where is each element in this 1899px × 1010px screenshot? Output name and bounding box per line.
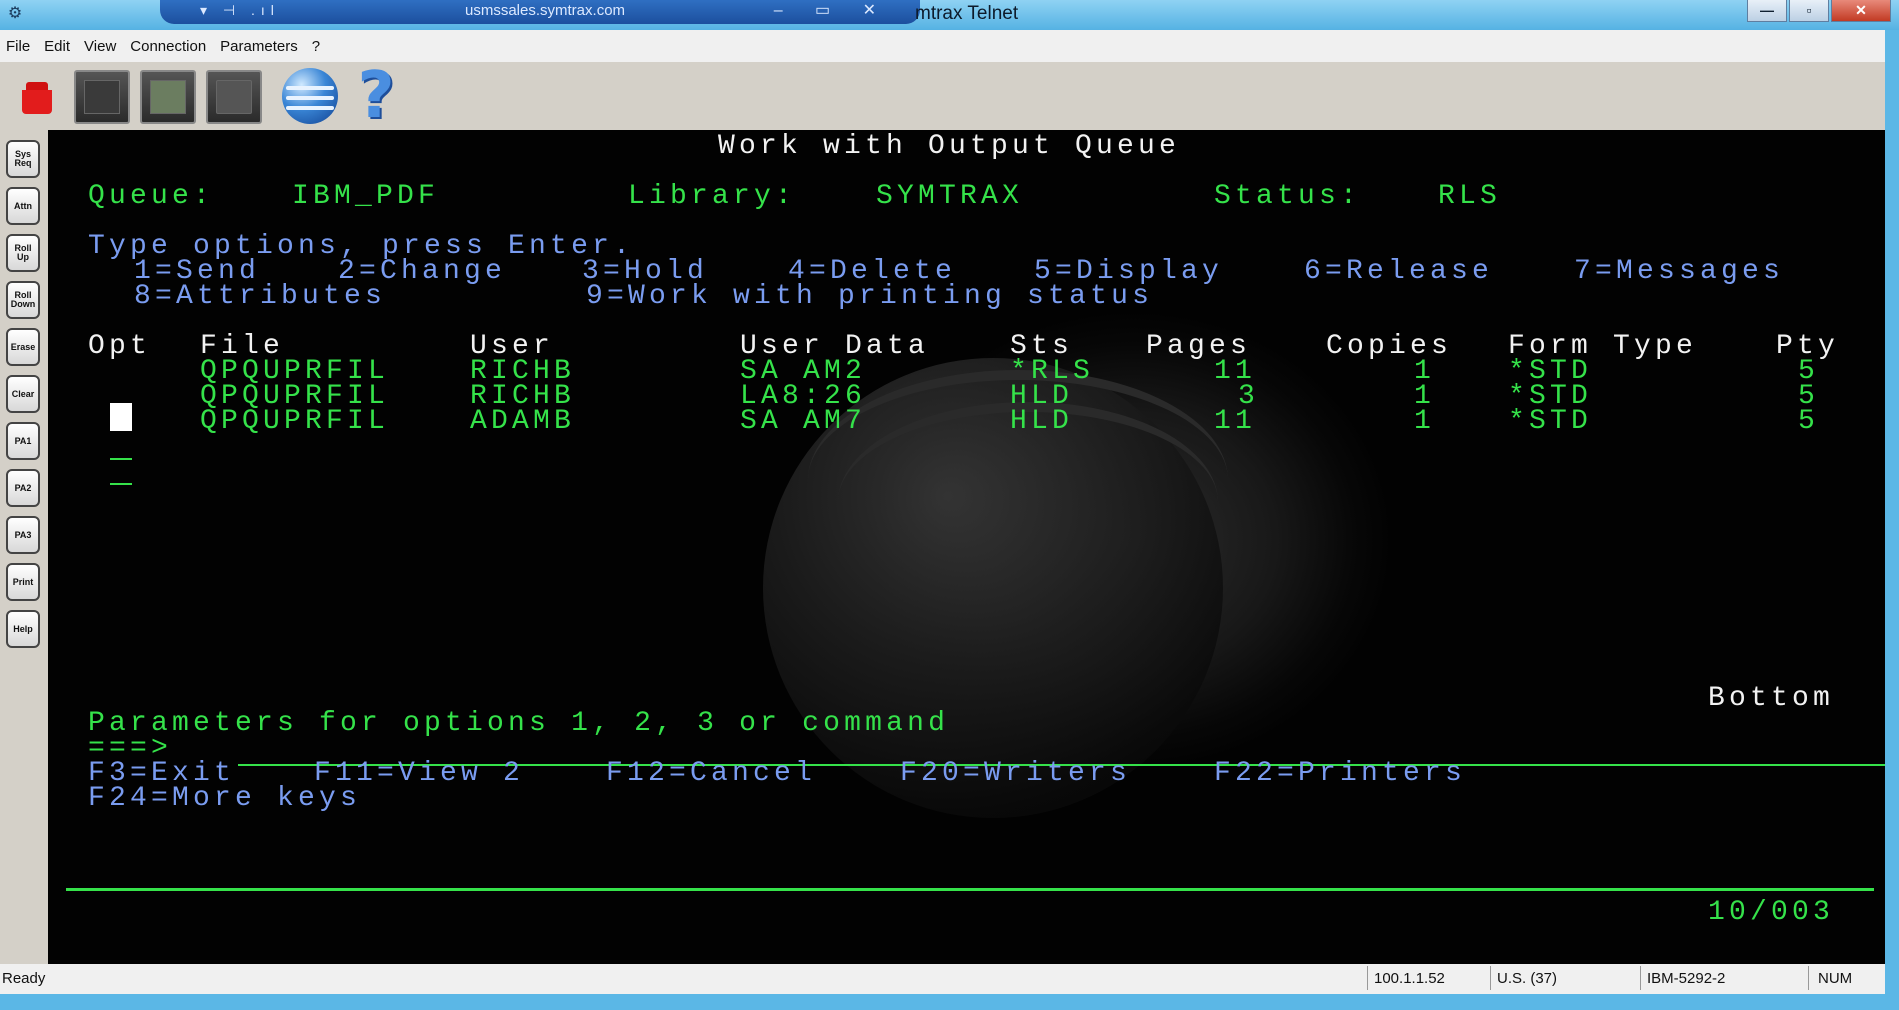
col-opt: Opt bbox=[88, 331, 152, 362]
key-rollup[interactable]: Roll Up bbox=[6, 234, 40, 272]
rdp-window-controls[interactable]: – ▭ ✕ bbox=[774, 0, 890, 20]
status-ready: Ready bbox=[2, 970, 46, 987]
menu-connection[interactable]: Connection bbox=[130, 38, 206, 55]
row-form-type: *STD bbox=[1508, 406, 1593, 437]
status-ip: 100.1.1.52 bbox=[1374, 970, 1445, 987]
status-separator bbox=[66, 888, 1874, 891]
terminal-screen[interactable]: Work with Output Queue Queue: IBM_PDF Li… bbox=[48, 130, 1885, 964]
key-print[interactable]: Print bbox=[6, 563, 40, 601]
key-rolldown[interactable]: Roll Down bbox=[6, 281, 40, 319]
globe-icon[interactable] bbox=[282, 68, 338, 124]
queue-value: IBM_PDF bbox=[292, 181, 440, 212]
rdp-pin-icon[interactable]: ▾ ⊣ .ıl bbox=[200, 2, 280, 19]
cursor-position: 10/003 bbox=[1708, 897, 1835, 928]
row-user: ADAMB bbox=[470, 406, 576, 437]
fkey-printers[interactable]: F22=Printers bbox=[1214, 759, 1466, 789]
row-file: QPQUPRFIL bbox=[200, 406, 390, 437]
toolbar: ? bbox=[0, 62, 1885, 130]
window-border-right bbox=[1885, 30, 1899, 1010]
key-pa2[interactable]: PA2 bbox=[6, 469, 40, 507]
row-pty: 5 bbox=[1798, 406, 1820, 437]
key-help[interactable]: Help bbox=[6, 610, 40, 648]
fkey-writers[interactable]: F20=Writers bbox=[900, 759, 1131, 789]
maximize-button[interactable]: ▫ bbox=[1789, 0, 1829, 22]
help-icon[interactable]: ? bbox=[348, 64, 404, 128]
params-prompt: Parameters for options 1, 2, 3 or comman… bbox=[88, 708, 950, 739]
menu-parameters[interactable]: Parameters bbox=[220, 38, 298, 55]
remote-desktop-bar[interactable]: ▾ ⊣ .ıl usmssales.symtrax.com – ▭ ✕ bbox=[160, 0, 920, 24]
window-border-bottom bbox=[0, 994, 1899, 1010]
status-terminal: IBM-5292-2 bbox=[1647, 970, 1726, 987]
menu-edit[interactable]: Edit bbox=[44, 38, 70, 55]
queue-label: Queue: bbox=[88, 181, 215, 212]
fkey-cancel[interactable]: F12=Cancel bbox=[606, 759, 816, 789]
status-divider bbox=[1640, 966, 1641, 990]
app-icon: ⚙ bbox=[7, 5, 23, 22]
minimize-button[interactable]: — bbox=[1747, 0, 1787, 22]
bottom-indicator: Bottom bbox=[1708, 683, 1835, 714]
row-user-data: SA AM7 bbox=[740, 406, 867, 437]
opt-input-row-2[interactable] bbox=[110, 458, 132, 460]
library-label: Library: bbox=[628, 181, 797, 212]
menu-file[interactable]: File bbox=[6, 38, 30, 55]
status-num: NUM bbox=[1818, 970, 1853, 987]
menu-view[interactable]: View bbox=[84, 38, 116, 55]
status-bar: Ready 100.1.1.52 U.S. (37) IBM-5292-2 NU… bbox=[0, 964, 1885, 994]
opt-input-row-1[interactable] bbox=[110, 403, 132, 431]
rdp-host-label: usmssales.symtrax.com bbox=[465, 2, 626, 19]
option-work-printing: 9=Work with printing status bbox=[586, 281, 1154, 312]
status-divider bbox=[1490, 966, 1491, 990]
disconnect-icon[interactable] bbox=[20, 82, 54, 118]
key-sysreq[interactable]: Sys Req bbox=[6, 140, 40, 178]
key-clear[interactable]: Clear bbox=[6, 375, 40, 413]
title-bar: ⚙ ▾ ⊣ .ıl usmssales.symtrax.com – ▭ ✕ mt… bbox=[0, 0, 1899, 30]
row-sts: HLD bbox=[1010, 406, 1074, 437]
opt-input-row-3[interactable] bbox=[110, 483, 132, 485]
library-value: SYMTRAX bbox=[876, 181, 1024, 212]
menu-help[interactable]: ? bbox=[312, 38, 320, 55]
window-title: mtrax Telnet bbox=[915, 3, 1019, 24]
screen-title: Work with Output Queue bbox=[718, 131, 1181, 162]
status-label: Status: bbox=[1214, 181, 1362, 212]
row-copies: 1 bbox=[1414, 406, 1436, 437]
status-locale: U.S. (37) bbox=[1497, 970, 1558, 987]
option-release: 6=Release bbox=[1304, 256, 1494, 287]
menu-bar: File Edit View Connection Parameters ? bbox=[0, 30, 1885, 62]
save-icon[interactable] bbox=[140, 70, 196, 124]
print-icon[interactable] bbox=[206, 70, 262, 124]
key-pa3[interactable]: PA3 bbox=[6, 516, 40, 554]
status-value: RLS bbox=[1438, 181, 1502, 212]
status-divider bbox=[1808, 966, 1809, 990]
window-controls: — ▫ ✕ bbox=[1747, 0, 1891, 22]
function-key-panel: Sys Req Attn Roll Up Roll Down Erase Cle… bbox=[0, 130, 48, 964]
option-attributes: 8=Attributes bbox=[134, 281, 387, 312]
row-pages: 11 bbox=[1214, 406, 1257, 437]
key-erase[interactable]: Erase bbox=[6, 328, 40, 366]
key-pa1[interactable]: PA1 bbox=[6, 422, 40, 460]
status-divider bbox=[1367, 966, 1368, 990]
close-button[interactable]: ✕ bbox=[1831, 0, 1891, 22]
screen-icon[interactable] bbox=[74, 70, 130, 124]
fkey-more-keys[interactable]: F24=More keys bbox=[88, 784, 361, 814]
key-attn[interactable]: Attn bbox=[6, 187, 40, 225]
option-messages: 7=Messages bbox=[1574, 256, 1785, 287]
